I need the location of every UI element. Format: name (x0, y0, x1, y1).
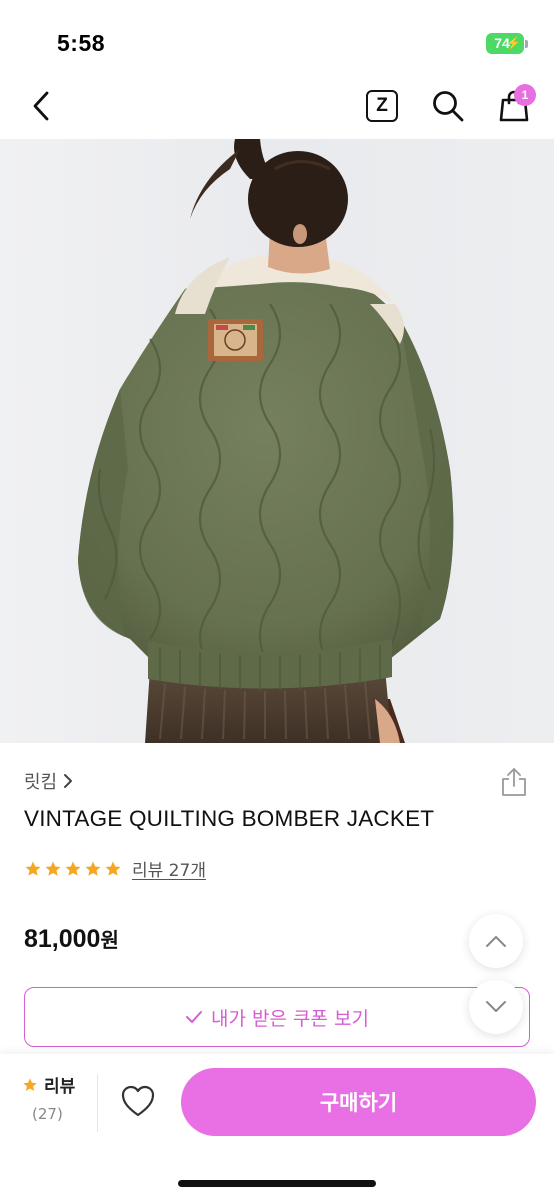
brand-link[interactable]: 릿킴 (24, 768, 73, 794)
buy-button[interactable]: 구매하기 (181, 1068, 536, 1136)
share-icon (502, 768, 526, 796)
brand-name: 릿킴 (24, 772, 58, 793)
scroll-bottom-button[interactable] (469, 980, 523, 1034)
product-title: VINTAGE QUILTING BOMBER JACKET (24, 806, 435, 831)
scroll-top-button[interactable] (469, 914, 523, 968)
nav-bar: Z (0, 72, 554, 140)
bottom-review-count: (27) (32, 1105, 63, 1123)
star-icon (65, 861, 81, 876)
cart-count-badge: 1 (514, 84, 536, 106)
star-icon (23, 1077, 37, 1091)
back-button[interactable] (22, 86, 62, 126)
bottom-review-button[interactable]: 리뷰 (27) (22, 1072, 86, 1123)
star-icon (105, 861, 121, 876)
divider (97, 1074, 98, 1132)
bottom-action-bar: 리뷰 (27) 구매하기 (0, 1054, 554, 1200)
home-indicator (178, 1180, 376, 1187)
heart-icon (121, 1085, 155, 1117)
charging-bolt-icon: ⚡ (506, 36, 521, 50)
star-icon (25, 861, 41, 876)
view-coupons-button[interactable]: 내가 받은 쿠폰 보기 (24, 987, 530, 1047)
star-rating (24, 860, 122, 878)
price-unit: 원 (100, 930, 119, 952)
z-button[interactable]: Z (364, 88, 400, 124)
star-icon (85, 861, 101, 876)
wishlist-button[interactable] (120, 1084, 160, 1122)
battery-indicator: 74 ⚡ (486, 33, 524, 54)
battery-cap (525, 40, 528, 48)
chevron-up-icon (486, 936, 506, 947)
status-time: 5:58 (57, 30, 106, 56)
z-icon: Z (366, 90, 398, 122)
status-bar: 5:58 74 ⚡ (0, 0, 554, 72)
star-icon (45, 861, 61, 876)
price-value: 81,000 (24, 925, 101, 953)
price: 81,000원 (24, 924, 119, 954)
rating-row: 리뷰 27개 (24, 856, 206, 881)
product-image[interactable] (0, 139, 554, 743)
chevron-right-icon (64, 774, 73, 788)
chevron-down-icon (486, 1001, 506, 1012)
coupon-label: 내가 받은 쿠폰 보기 (211, 1007, 369, 1030)
review-count-link[interactable]: 리뷰 27개 (132, 856, 206, 881)
bottom-review-label: 리뷰 (44, 1077, 76, 1097)
check-icon (186, 1011, 203, 1023)
share-button[interactable] (500, 766, 528, 798)
chevron-left-icon (33, 91, 49, 121)
search-icon (433, 91, 464, 122)
search-button[interactable] (428, 86, 468, 126)
